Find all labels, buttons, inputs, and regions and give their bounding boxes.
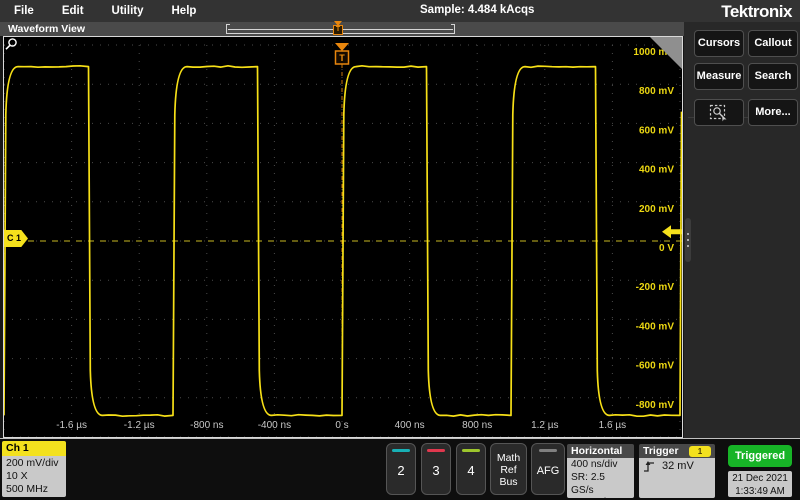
svg-text:-1.6 µs: -1.6 µs (56, 420, 87, 431)
svg-text:-400 mV: -400 mV (636, 321, 675, 332)
menu-bar: File Edit Utility Help Sample: 4.484 kAc… (0, 0, 800, 22)
horizontal-sample-rate: SR: 2.5 GS/s (571, 472, 630, 498)
triggered-status-badge: Triggered (728, 445, 792, 467)
horizontal-badge[interactable]: Horizontal 400 ns/div SR: 2.5 GS/s RL: 1… (567, 444, 634, 498)
overview-left-bracket (226, 24, 230, 34)
channel3-color-bar (427, 449, 445, 452)
x-axis-labels: -1.6 µs -1.2 µs -800 ns -400 ns 0 s 400 ns 800… (56, 420, 626, 431)
trigger-badge[interactable]: Trigger 1 32 mV (639, 444, 715, 498)
svg-text:0 s: 0 s (335, 420, 348, 431)
channel1-badge-body: 200 mV/div 10 X 500 MHz (2, 456, 66, 497)
horizontal-record-length: RL: 10 kpts (571, 497, 630, 498)
menu-help[interactable]: Help (158, 5, 211, 17)
svg-text:400 mV: 400 mV (639, 165, 674, 176)
horizontal-badge-body: 400 ns/div SR: 2.5 GS/s RL: 10 kpts (567, 458, 634, 498)
svg-text:-600 mV: -600 mV (636, 361, 675, 372)
channel1-badge[interactable]: Ch 1 200 mV/div 10 X 500 MHz (2, 441, 66, 497)
measure-button[interactable]: Measure (694, 63, 744, 90)
svg-text:0 V: 0 V (659, 243, 674, 254)
rising-edge-icon (643, 460, 656, 473)
menu-utility[interactable]: Utility (98, 5, 158, 17)
trigger-position-flag[interactable]: T (335, 43, 349, 64)
ch1-bandwidth: 500 MHz (6, 483, 62, 496)
sample-count-readout: Sample: 4.484 kAcqs (420, 4, 534, 16)
overview-right-bracket (451, 24, 455, 34)
channel3-label: 3 (422, 463, 450, 478)
trigger-source-chip: 1 (689, 446, 711, 457)
menu-file[interactable]: File (0, 5, 48, 17)
ch1-probe: 10 X (6, 470, 62, 483)
math-ref-bus-button[interactable]: Math Ref Bus (490, 443, 527, 495)
svg-text:200 mV: 200 mV (639, 204, 674, 215)
horizontal-badge-title: Horizontal (567, 444, 634, 458)
search-button[interactable]: Search (748, 63, 798, 90)
svg-text:800 ns: 800 ns (462, 420, 492, 431)
trigger-t-icon: T (333, 25, 343, 35)
svg-text:600 mV: 600 mV (639, 125, 674, 136)
tektronix-logo: Tektronix (721, 2, 792, 22)
trigger-badge-title: Trigger 1 (639, 444, 715, 458)
control-panel: Cursors Callout Measure Search More... (684, 22, 800, 440)
horizontal-scale: 400 ns/div (571, 459, 630, 472)
svg-text:-200 mV: -200 mV (636, 282, 675, 293)
settings-bar: Ch 1 200 mV/div 10 X 500 MHz 2 3 4 Math … (0, 438, 800, 500)
magnifier-icon (4, 37, 18, 51)
ch1-scale: 200 mV/div (6, 457, 62, 470)
afg-button[interactable]: AFG (531, 443, 565, 495)
oscilloscope-screen: File Edit Utility Help Sample: 4.484 kAc… (0, 0, 800, 500)
svg-text:1.2 µs: 1.2 µs (531, 420, 558, 431)
zoom-corner-icon[interactable] (650, 37, 682, 69)
more-button[interactable]: More... (748, 99, 798, 126)
waveform-graticule[interactable]: 1000 mV800 mV600 mV400 mV200 mV0 V-200 m… (3, 36, 683, 438)
channel4-label: 4 (457, 463, 485, 478)
waveform-plot-svg: 1000 mV800 mV600 mV400 mV200 mV0 V-200 m… (4, 37, 682, 437)
ref-label: Ref (491, 464, 526, 476)
date-value: 21 Dec 2021 (728, 472, 792, 485)
panel-splitter-handle[interactable] (685, 218, 691, 262)
channel4-color-bar (462, 449, 480, 452)
overview-trigger-marker[interactable]: T (333, 21, 344, 36)
callout-button[interactable]: Callout (748, 30, 798, 57)
trigger-level-value: 32 mV (662, 460, 694, 473)
trigger-title: Trigger (643, 445, 679, 457)
svg-text:1.6 µs: 1.6 µs (599, 420, 626, 431)
svg-text:400 ns: 400 ns (395, 420, 425, 431)
afg-color-bar (539, 449, 557, 452)
cursors-button[interactable]: Cursors (694, 30, 744, 57)
zoom-select-button[interactable] (694, 99, 744, 126)
svg-text:T: T (339, 53, 345, 63)
svg-text:-800 mV: -800 mV (636, 400, 675, 411)
channel2-button[interactable]: 2 (386, 443, 416, 495)
waveform-view-title: Waveform View (8, 23, 85, 35)
trigger-badge-body: 32 mV (639, 458, 715, 498)
math-label: Math (491, 452, 526, 464)
channel4-button[interactable]: 4 (456, 443, 486, 495)
trigger-level-arrow[interactable] (662, 225, 682, 238)
afg-label: AFG (532, 465, 564, 477)
zoom-select-icon (709, 104, 729, 122)
datetime-display[interactable]: 21 Dec 2021 1:33:49 AM (728, 471, 792, 497)
channel1-badge-title: Ch 1 (2, 441, 66, 456)
bus-label: Bus (491, 476, 526, 488)
channel2-label: 2 (387, 463, 415, 478)
svg-text:800 mV: 800 mV (639, 86, 674, 97)
channel3-button[interactable]: 3 (421, 443, 451, 495)
svg-text:-400 ns: -400 ns (258, 420, 291, 431)
menu-edit[interactable]: Edit (48, 5, 98, 17)
channel2-color-bar (392, 449, 410, 452)
svg-text:-1.2 µs: -1.2 µs (124, 420, 155, 431)
svg-text:-800 ns: -800 ns (190, 420, 223, 431)
waveform-view-header: Waveform View T (0, 22, 684, 36)
time-value: 1:33:49 AM (728, 485, 792, 498)
